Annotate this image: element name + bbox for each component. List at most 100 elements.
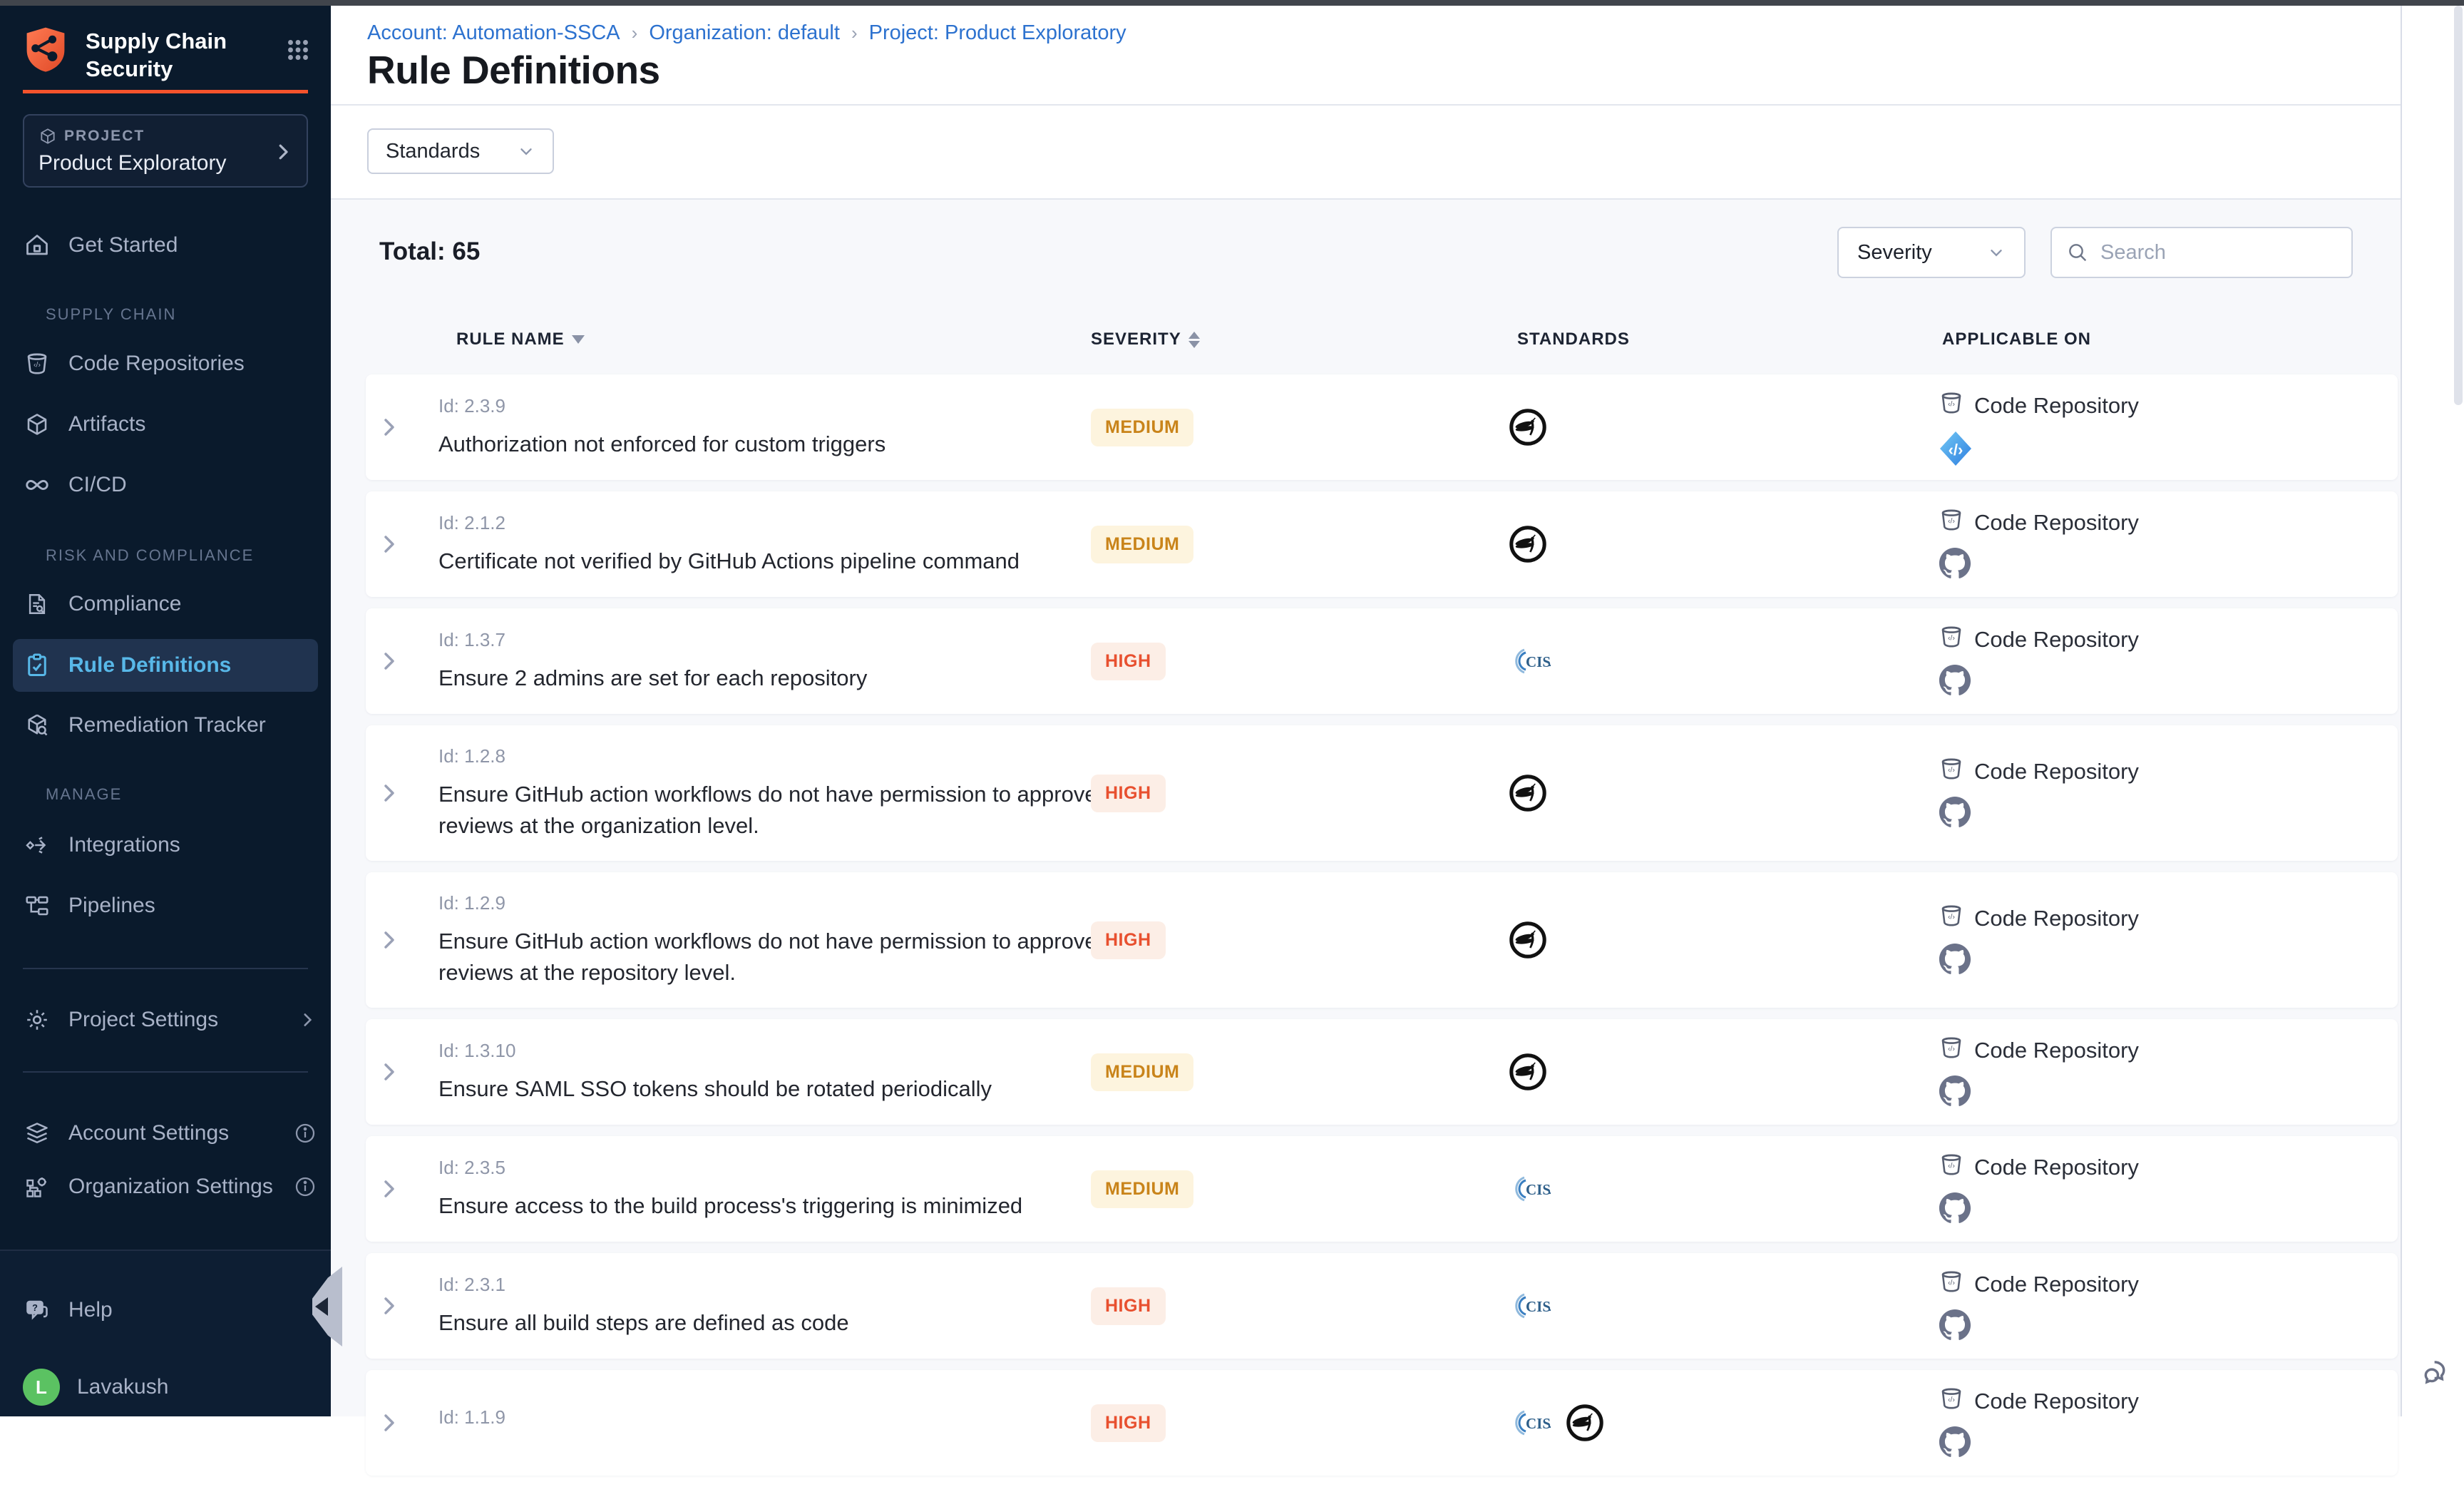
sidebar-item-project-settings[interactable]: Project Settings	[23, 1000, 317, 1040]
sidebar-footer: ? Help L Lavakush	[0, 1250, 331, 1416]
code-repository-icon: ‹/›	[24, 351, 50, 377]
svg-text:‹/›: ‹/›	[1948, 517, 1955, 526]
search-input[interactable]	[2100, 241, 2314, 265]
provider-icon-slot: ‹/›	[1939, 430, 2139, 464]
sidebar-divider	[23, 968, 308, 969]
header-divider	[331, 104, 2401, 106]
cis-standard-icon: CIS	[1507, 1404, 1553, 1441]
pipelines-icon	[24, 893, 50, 919]
breadcrumb-account-link[interactable]: Account: Automation-SSCA	[367, 21, 620, 45]
standards-cell	[1507, 872, 1549, 1008]
owasp-standard-icon	[1507, 523, 1549, 565]
expand-row-chevron-icon[interactable]	[377, 779, 400, 807]
owasp-standard-icon	[1564, 1402, 1606, 1443]
sidebar-item-code-repositories[interactable]: ‹/› Code Repositories	[23, 344, 317, 384]
page-title: Rule Definitions	[367, 47, 660, 93]
expand-row-chevron-icon[interactable]	[377, 530, 400, 558]
severity-badge: HIGH	[1091, 921, 1166, 959]
svg-text:‹/›: ‹/›	[1948, 1279, 1955, 1287]
clipboard-check-icon	[24, 653, 50, 678]
standards-filter-dropdown[interactable]: Standards	[367, 128, 554, 174]
sidebar-item-compliance[interactable]: Compliance	[23, 584, 317, 624]
sidebar-item-help[interactable]: ? Help	[23, 1290, 317, 1330]
github-icon	[1939, 1192, 1971, 1225]
standards-cell	[1507, 374, 1549, 480]
project-selector[interactable]: PROJECT Product Exploratory	[23, 114, 308, 188]
harness-code-icon: ‹/›	[1939, 430, 1973, 467]
expand-row-chevron-icon[interactable]	[377, 926, 400, 954]
code-repository-bucket-icon: ‹/›	[1939, 390, 1964, 421]
svg-text:‹/›: ‹/›	[1948, 1162, 1955, 1170]
sort-both-icon	[1189, 332, 1200, 348]
provider-icon-slot	[1939, 1075, 2139, 1109]
sidebar-section-risk-and-compliance: RISK AND COMPLIANCE	[46, 546, 254, 565]
expand-row-chevron-icon[interactable]	[377, 1058, 400, 1086]
breadcrumb-separator: ›	[851, 22, 858, 44]
provider-icon-slot	[1939, 943, 2139, 977]
info-icon[interactable]	[294, 1175, 317, 1198]
breadcrumb-separator: ›	[632, 22, 638, 44]
code-repository-icon: ‹/›	[1939, 1152, 1964, 1177]
svg-text:‹/›: ‹/›	[1948, 766, 1955, 775]
svg-text:CIS: CIS	[1526, 1181, 1551, 1198]
code-repository-icon: ‹/›	[1939, 903, 1964, 929]
sidebar-item-cicd[interactable]: CI/CD	[23, 465, 317, 505]
table-row: Id: 1.3.7 Ensure 2 admins are set for ea…	[366, 608, 2398, 714]
svg-text:CIS: CIS	[1526, 653, 1551, 670]
github-icon	[1939, 943, 1971, 976]
sidebar-item-account-settings[interactable]: Account Settings	[23, 1113, 317, 1153]
user-name: Lavakush	[77, 1375, 168, 1399]
app-switcher-grid-icon[interactable]	[285, 37, 311, 63]
applicable-on-label: Code Repository	[1974, 1155, 2139, 1180]
org-settings-icon	[24, 1174, 50, 1200]
breadcrumb-organization-link[interactable]: Organization: default	[649, 21, 840, 45]
svg-text:‹/›: ‹/›	[1948, 913, 1955, 921]
cis-standard-icon: CIS	[1507, 643, 1553, 680]
code-repository-bucket-icon: ‹/›	[1939, 1386, 1964, 1417]
table-row: Id: 1.1.9 HIGH CIS ‹/› Code Repository	[366, 1370, 2398, 1476]
expand-row-chevron-icon[interactable]	[377, 647, 400, 675]
supply-chain-security-logo-icon	[23, 26, 68, 73]
applicable-on-cell: ‹/› Code Repository	[1939, 1370, 2139, 1476]
table-row: Id: 2.3.1 Ensure all build steps are def…	[366, 1253, 2398, 1359]
sidebar-section-supply-chain: SUPPLY CHAIN	[46, 305, 176, 324]
right-gutter	[2401, 0, 2464, 1416]
table-row: Id: 1.3.10 Ensure SAML SSO tokens should…	[366, 1019, 2398, 1125]
owasp-standard-icon	[1507, 407, 1549, 448]
user-menu[interactable]: L Lavakush	[23, 1367, 317, 1407]
vertical-scrollbar[interactable]	[2454, 6, 2463, 405]
breadcrumb-project-link[interactable]: Project: Product Exploratory	[869, 21, 1126, 45]
code-repository-icon: ‹/›	[1939, 507, 1964, 533]
sidebar-item-organization-settings[interactable]: Organization Settings	[23, 1167, 317, 1207]
code-repository-bucket-icon: ‹/›	[1939, 624, 1964, 655]
project-name: Product Exploratory	[38, 151, 292, 175]
svg-text:CIS: CIS	[1526, 1415, 1551, 1432]
chat-support-icon[interactable]	[2419, 1354, 2456, 1391]
applicable-on-label: Code Repository	[1974, 906, 2139, 931]
github-icon	[1939, 1075, 1971, 1108]
column-header-rule-name[interactable]: RULE NAME	[456, 329, 585, 349]
avatar: L	[23, 1369, 60, 1406]
column-header-applicable-on: APPLICABLE ON	[1942, 329, 2091, 349]
sidebar-item-pipelines[interactable]: Pipelines	[23, 886, 317, 926]
provider-icon-slot	[1939, 796, 2139, 830]
applicable-on-cell: ‹/› Code Repository	[1939, 1019, 2139, 1125]
expand-row-chevron-icon[interactable]	[377, 1409, 400, 1437]
standards-cell	[1507, 491, 1549, 597]
sidebar-item-remediation-tracker[interactable]: Remediation Tracker	[23, 705, 317, 745]
home-icon	[24, 232, 50, 258]
expand-row-chevron-icon[interactable]	[377, 413, 400, 441]
svg-text:‹/›: ‹/›	[1948, 634, 1955, 643]
column-header-severity[interactable]: SEVERITY	[1091, 329, 1200, 349]
code-repository-bucket-icon: ‹/›	[1939, 1035, 1964, 1066]
expand-row-chevron-icon[interactable]	[377, 1175, 400, 1203]
severity-filter-dropdown[interactable]: Severity	[1837, 227, 2026, 278]
expand-row-chevron-icon[interactable]	[377, 1292, 400, 1320]
info-icon[interactable]	[294, 1122, 317, 1145]
sidebar-item-artifacts[interactable]: Artifacts	[23, 404, 317, 444]
code-repository-icon: ‹/›	[1939, 1269, 1964, 1294]
sidebar-item-rule-definitions[interactable]: Rule Definitions	[23, 645, 317, 685]
github-icon	[1939, 664, 1971, 697]
sidebar-item-get-started[interactable]: Get Started	[23, 225, 317, 265]
sidebar-item-integrations[interactable]: Integrations	[23, 825, 317, 865]
